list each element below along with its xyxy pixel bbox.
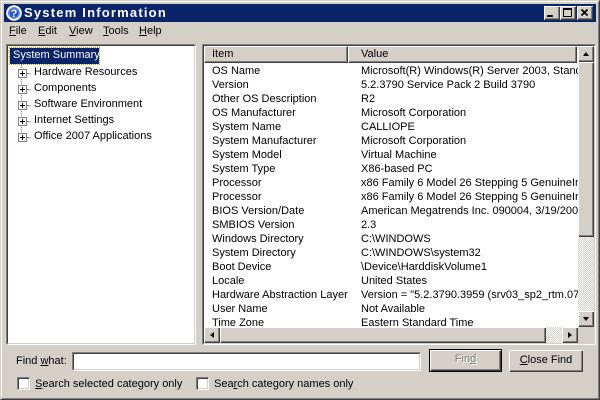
svg-text:?: ? [11,8,18,20]
